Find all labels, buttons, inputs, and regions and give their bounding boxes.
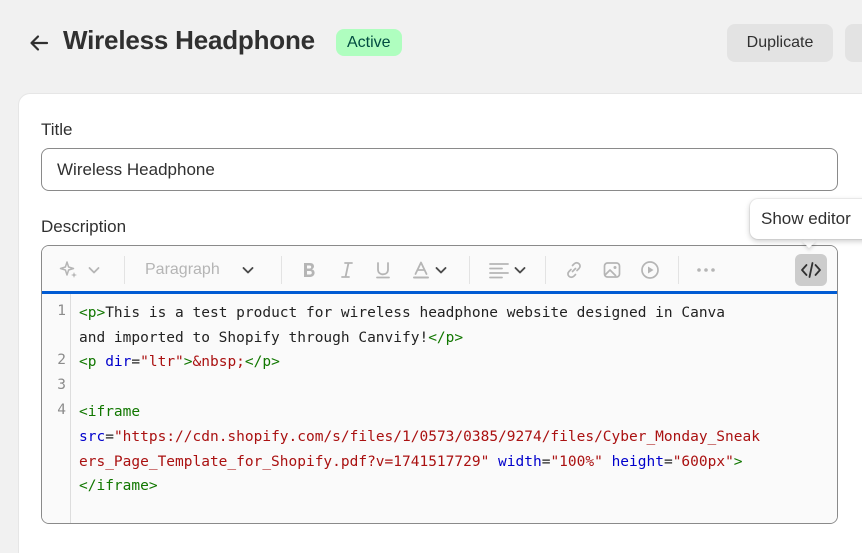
bold-icon [304, 263, 315, 277]
line-number: 4 [57, 402, 66, 418]
code-line: </iframe> [79, 478, 158, 494]
code-line: <p dir="ltr">&nbsp;</p> [79, 354, 280, 370]
chevron-down-icon [88, 267, 100, 274]
description-editor: Paragraph 1 2 3 4 <p>This is a test prod… [41, 245, 838, 524]
chevron-down-icon [514, 267, 526, 274]
code-line: <p>This is a test product for wireless h… [79, 305, 726, 321]
underline-icon [376, 262, 390, 279]
toolbar-divider [545, 256, 546, 284]
italic-icon [341, 262, 353, 278]
arrow-left-icon [30, 35, 49, 51]
back-button[interactable] [24, 28, 54, 58]
duplicate-button[interactable]: Duplicate [727, 24, 833, 62]
toolbar-divider [678, 256, 679, 284]
show-editor-button[interactable] [795, 254, 827, 286]
sparkle-icon [59, 261, 77, 278]
insert-image-button[interactable] [602, 258, 622, 282]
chevron-down-icon [242, 267, 254, 274]
paragraph-format-label: Paragraph [145, 261, 220, 278]
code-line: ers_Page_Template_for_Shopify.pdf?v=1741… [79, 454, 743, 470]
text-color-button[interactable] [411, 258, 449, 282]
paragraph-format-select[interactable]: Paragraph [145, 258, 256, 282]
line-number-gutter: 1 2 3 4 [42, 294, 71, 523]
play-circle-icon [641, 261, 659, 279]
align-left-icon [489, 263, 509, 279]
more-horizontal-icon [697, 268, 715, 272]
editor-toolbar: Paragraph [42, 246, 837, 294]
page-title: Wireless Headphone [63, 25, 315, 55]
align-select[interactable] [488, 258, 528, 282]
status-badge: Active [336, 29, 402, 56]
italic-button[interactable] [337, 258, 357, 282]
toolbar-divider [469, 256, 470, 284]
chevron-down-icon [435, 267, 447, 274]
page-header: Wireless Headphone Active Duplicate [0, 0, 862, 86]
underline-button[interactable] [373, 258, 393, 282]
code-icon [801, 262, 821, 278]
title-label: Title [41, 120, 73, 139]
insert-video-button[interactable] [640, 258, 660, 282]
line-number: 1 [57, 303, 66, 319]
code-line: src="https://cdn.shopify.com/s/files/1/0… [79, 429, 760, 445]
line-number: 3 [57, 377, 66, 393]
more-formatting-button[interactable] [695, 258, 717, 282]
code-line: and imported to Shopify through Canvify!… [79, 330, 464, 346]
code-line: <iframe [79, 404, 141, 420]
text-color-icon [413, 261, 429, 279]
link-icon [567, 261, 581, 279]
toolbar-divider [124, 256, 125, 284]
image-icon [603, 262, 621, 278]
insert-link-button[interactable] [564, 258, 584, 282]
show-editor-tooltip: Show editor [750, 199, 862, 239]
html-code-editor[interactable]: 1 2 3 4 <p>This is a test product for wi… [42, 294, 837, 523]
description-label: Description [41, 217, 127, 236]
bold-button[interactable] [299, 258, 319, 282]
line-number: 2 [57, 352, 66, 368]
toolbar-divider [281, 256, 282, 284]
more-actions-button[interactable] [845, 24, 862, 62]
ai-generate-button[interactable] [58, 258, 102, 282]
title-input[interactable] [41, 148, 838, 191]
